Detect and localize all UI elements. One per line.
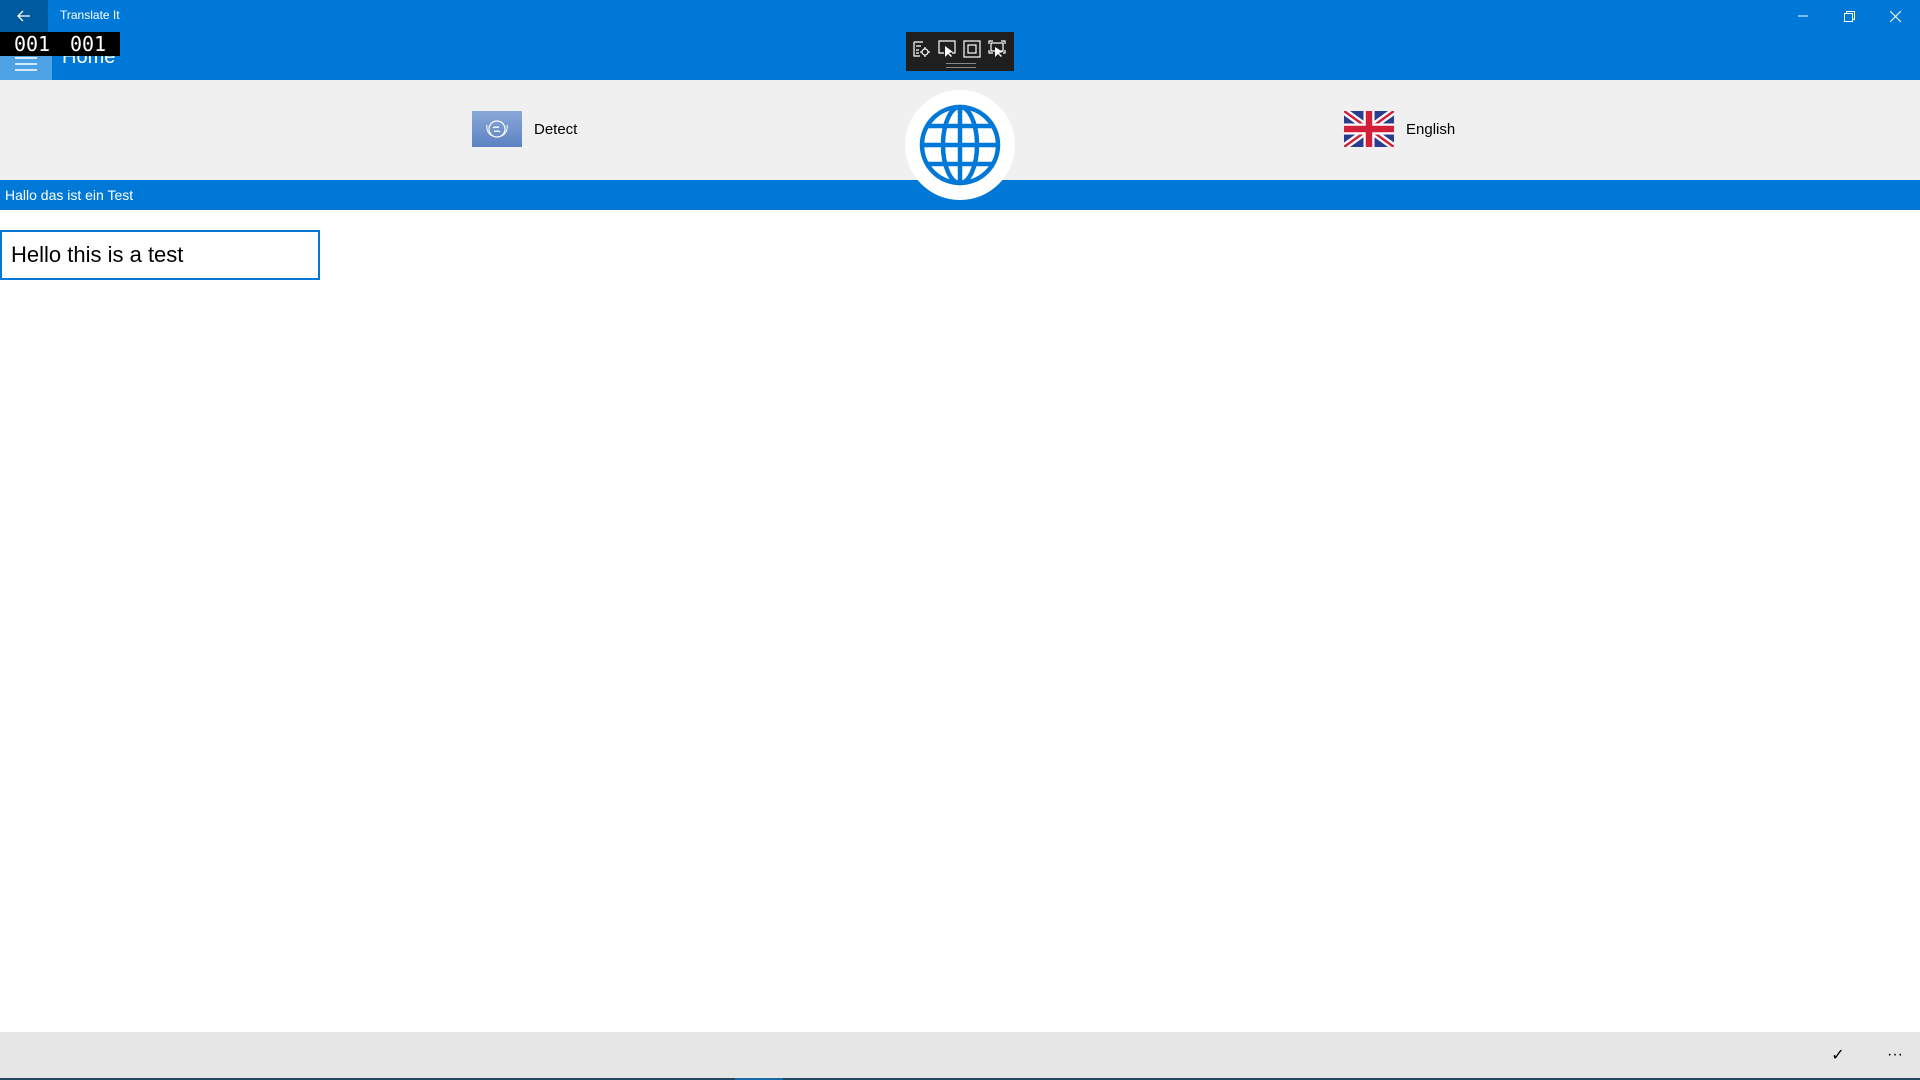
command-bar: ✓ ··· (0, 1032, 1920, 1078)
live-visual-tree-button[interactable] (911, 38, 933, 60)
display-layout-adorners-button[interactable] (961, 38, 983, 60)
counter-left: 001 (13, 32, 51, 56)
select-element-icon (938, 40, 956, 57)
translate-button[interactable] (905, 90, 1015, 200)
back-button[interactable] (0, 0, 48, 32)
debug-toolbar (906, 32, 1014, 71)
source-language-selector[interactable]: Detect (472, 111, 577, 147)
checkmark-icon: ✓ (1831, 1047, 1845, 1064)
arrow-left-icon (17, 10, 30, 22)
restore-icon (1843, 10, 1855, 22)
track-focused-element-button[interactable] (986, 38, 1008, 60)
target-language-selector[interactable]: English (1344, 111, 1455, 147)
counter-right: 001 (69, 32, 107, 56)
minimize-button[interactable] (1780, 0, 1826, 32)
live-visual-tree-icon (913, 41, 930, 57)
minimize-icon (1798, 15, 1808, 17)
un-flag-icon (472, 111, 522, 147)
accept-button[interactable]: ✓ (1815, 1032, 1861, 1078)
close-icon (1889, 10, 1901, 22)
frame-counter-overlay: 001 001 (0, 32, 120, 56)
uk-flag-icon (1344, 111, 1394, 147)
select-element-button[interactable] (936, 38, 958, 60)
app-title: Translate It (60, 8, 120, 22)
debug-toolbar-grip[interactable] (946, 63, 976, 68)
more-options-button[interactable]: ··· (1872, 1032, 1918, 1078)
translation-result-input[interactable] (0, 230, 320, 280)
globe-icon (919, 104, 1001, 186)
display-layout-adorners-icon (963, 40, 981, 58)
hamburger-icon (15, 57, 37, 71)
close-button[interactable] (1872, 0, 1918, 32)
target-language-label: English (1406, 120, 1456, 138)
restore-button[interactable] (1826, 0, 1872, 32)
source-language-label: Detect (534, 120, 578, 138)
track-focused-element-icon (988, 40, 1006, 57)
more-icon: ··· (1887, 1046, 1903, 1063)
app-header: Translate It Home 001 001 (0, 0, 1920, 80)
